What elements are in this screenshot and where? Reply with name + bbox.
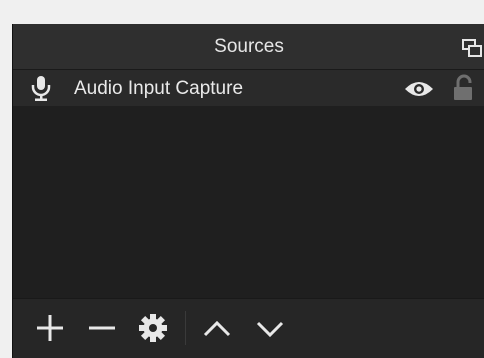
sources-toolbar: [13, 298, 484, 358]
chevron-up-icon[interactable]: [200, 311, 234, 345]
microphone-icon: [31, 76, 51, 101]
float-window-icon[interactable]: [461, 38, 483, 58]
lock-open-icon[interactable]: [452, 74, 474, 102]
dock-title: Sources: [214, 36, 284, 57]
plus-icon[interactable]: [33, 311, 67, 345]
sources-list[interactable]: Audio Input Capture: [13, 70, 484, 298]
source-item-audio-input-capture[interactable]: Audio Input Capture: [13, 70, 484, 106]
chevron-down-icon[interactable]: [253, 311, 287, 345]
sources-dock: Sources Audio Input Capture: [12, 24, 484, 358]
minus-icon[interactable]: [85, 311, 119, 345]
eye-icon[interactable]: [403, 79, 435, 99]
toolbar-separator: [185, 311, 186, 345]
dock-title-bar[interactable]: Sources: [13, 24, 484, 70]
gear-icon[interactable]: [136, 311, 170, 345]
source-name: Audio Input Capture: [74, 78, 244, 99]
